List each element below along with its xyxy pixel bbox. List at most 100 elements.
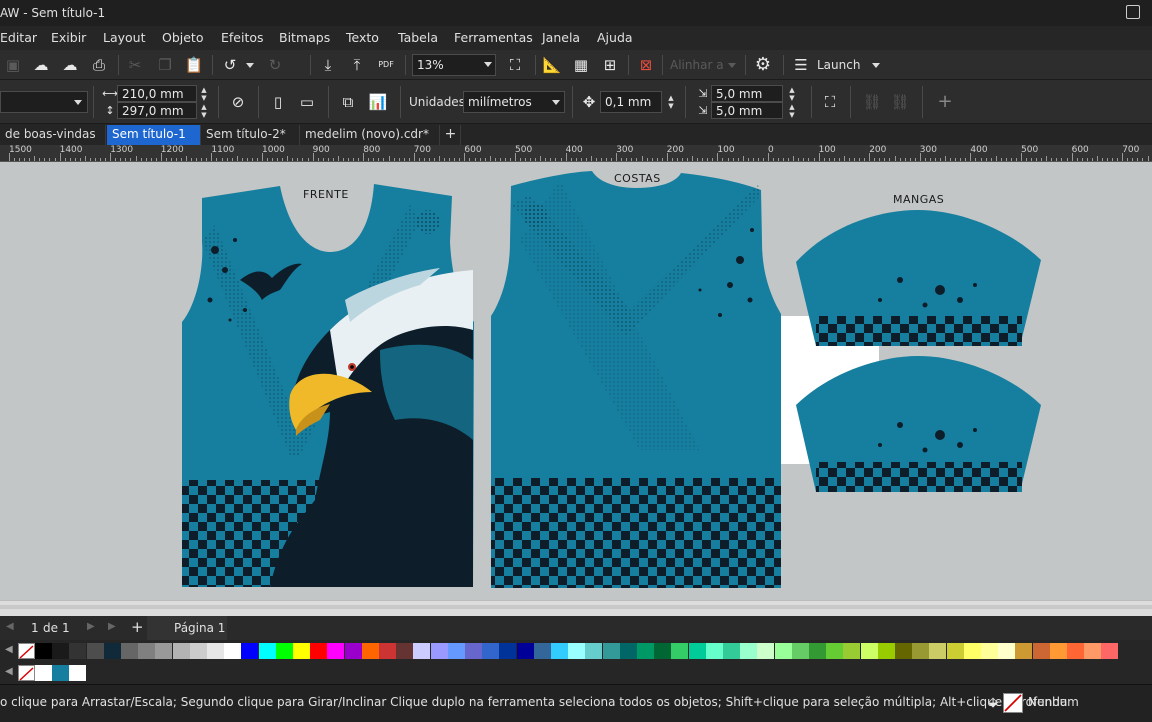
palette-swatch[interactable] (1067, 643, 1084, 659)
palette-swatch[interactable] (1101, 643, 1119, 659)
palette-swatch[interactable] (155, 643, 173, 659)
palette-swatch[interactable] (224, 643, 242, 659)
first-page-icon[interactable]: ◀ (6, 621, 14, 632)
palette-swatch[interactable] (189, 643, 207, 659)
palette-swatch[interactable] (86, 643, 104, 659)
print-icon[interactable]: ⎙ (89, 55, 109, 75)
paste-icon[interactable]: 📋 (184, 55, 204, 75)
palette-swatch[interactable] (671, 643, 689, 659)
palette-swatch[interactable] (843, 643, 861, 659)
palette-swatch[interactable] (568, 643, 586, 659)
launch-button[interactable]: Launch (817, 58, 860, 72)
grid-icon[interactable]: ▦ (571, 55, 591, 75)
export-icon[interactable]: ⤒ (347, 55, 367, 75)
edit-bleed-icon[interactable]: ⛶ (820, 92, 840, 112)
last-page-icon[interactable]: ▶ (108, 621, 116, 632)
portrait-icon[interactable]: ▯ (268, 92, 288, 112)
palette-swatch[interactable] (981, 643, 998, 659)
page-width-field[interactable]: 210,0 mm (117, 85, 197, 102)
palette-swatch[interactable] (826, 643, 844, 659)
cloud-download-icon[interactable]: ☁ (31, 55, 51, 75)
palette-swatch[interactable] (1049, 643, 1067, 659)
align-to-label[interactable]: Alinhar a (670, 58, 724, 72)
palette-swatch[interactable] (895, 643, 912, 659)
palette-swatch[interactable] (207, 643, 224, 659)
palette-swatch[interactable] (1032, 643, 1050, 659)
current-page-icon[interactable]: ⧉ (338, 92, 358, 112)
guidelines-icon[interactable]: ⊞ (600, 55, 620, 75)
doc-white-swatch-2[interactable] (69, 665, 86, 681)
palette-swatch[interactable] (946, 643, 964, 659)
horizontal-scrollbar[interactable] (0, 600, 1152, 616)
menu-ferramentas[interactable]: Ferramentas (454, 30, 533, 45)
palette-swatch[interactable] (585, 643, 603, 659)
tab-welcome[interactable]: de boas-vindas (0, 125, 106, 145)
palette-swatch[interactable] (293, 643, 310, 659)
tab-medelim[interactable]: medelim (novo).cdr* (300, 125, 440, 145)
palette-swatch[interactable] (275, 643, 293, 659)
menu-tabela[interactable]: Tabela (398, 30, 438, 45)
launch-icon[interactable]: ☰ (791, 55, 811, 75)
palette-swatch[interactable] (69, 643, 87, 659)
page-tab[interactable]: Página 1 (147, 616, 227, 640)
menu-exibir[interactable]: Exibir (51, 30, 86, 45)
palette-swatch[interactable] (52, 643, 70, 659)
page-height-field[interactable]: 297,0 mm (117, 102, 197, 119)
palette-swatch[interactable] (791, 643, 809, 659)
unlink-icon[interactable]: ⛓ (890, 92, 910, 112)
palette-swatch[interactable] (499, 643, 517, 659)
tab-sem-titulo-1[interactable]: Sem título-1 (107, 125, 201, 145)
palette-swatch[interactable] (740, 643, 758, 659)
palette-swatch[interactable] (344, 643, 362, 659)
palette-swatch[interactable] (602, 643, 620, 659)
palette-swatch[interactable] (929, 643, 947, 659)
palette-swatch[interactable] (551, 643, 568, 659)
menu-editar[interactable]: Editar (0, 30, 37, 45)
drawing-canvas[interactable]: FRENTE COSTAS MANGAS (0, 162, 1152, 600)
doc-jersey-swatch[interactable] (52, 665, 69, 681)
palette-swatch[interactable] (1084, 643, 1102, 659)
palette-swatch[interactable] (361, 643, 379, 659)
page-current[interactable]: 1 (31, 621, 39, 635)
add-icon[interactable]: + (935, 92, 955, 112)
copy-icon[interactable]: ❐ (155, 55, 175, 75)
launch-dropdown[interactable] (872, 63, 880, 68)
rulers-icon[interactable]: 📐 (542, 55, 562, 75)
menu-efeitos[interactable]: Efeitos (221, 30, 264, 45)
palette-swatch[interactable] (172, 643, 190, 659)
palette-swatch[interactable] (533, 643, 551, 659)
menu-layout[interactable]: Layout (103, 30, 146, 45)
palette-swatch[interactable] (379, 643, 396, 659)
doc-no-color-swatch[interactable] (18, 665, 35, 681)
duplicate-y-field[interactable]: 5,0 mm (711, 102, 783, 119)
landscape-icon[interactable]: ▭ (297, 92, 317, 112)
next-page-icon[interactable]: ▶ (87, 621, 95, 632)
palette-swatch[interactable] (447, 643, 465, 659)
palette-swatch[interactable] (654, 643, 672, 659)
no-color-swatch[interactable] (18, 643, 35, 659)
gear-icon[interactable]: ⚙ (753, 55, 773, 75)
doc-white-swatch[interactable] (35, 665, 52, 681)
palette-swatch[interactable] (1015, 643, 1033, 659)
palette-swatch[interactable] (963, 643, 981, 659)
palette-swatch[interactable] (121, 643, 138, 659)
zoom-dropdown[interactable] (484, 62, 492, 67)
menu-ajuda[interactable]: Ajuda (597, 30, 633, 45)
palette-swatch[interactable] (809, 643, 826, 659)
nudge-field[interactable]: 0,1 mm (600, 91, 662, 113)
palette-swatch[interactable] (705, 643, 723, 659)
palette-swatch[interactable] (688, 643, 706, 659)
palette-swatch[interactable] (774, 643, 792, 659)
palette-swatch[interactable] (912, 643, 930, 659)
horizontal-ruler[interactable]: 1500 1400 1300 1200 1100 1000 900 800 700 600 500 4… (0, 145, 1152, 162)
palette-swatch[interactable] (241, 643, 259, 659)
palette-swatch[interactable] (396, 643, 414, 659)
snap-off-icon[interactable]: ⊠ (636, 55, 656, 75)
cut-icon[interactable]: ✂ (125, 55, 145, 75)
palette-swatch[interactable] (310, 643, 328, 659)
palette-swatch[interactable] (877, 643, 895, 659)
palette-swatch[interactable] (619, 643, 637, 659)
fill-none-swatch[interactable] (1003, 693, 1023, 713)
palette-swatch[interactable] (516, 643, 534, 659)
palette-swatch[interactable] (482, 643, 500, 659)
